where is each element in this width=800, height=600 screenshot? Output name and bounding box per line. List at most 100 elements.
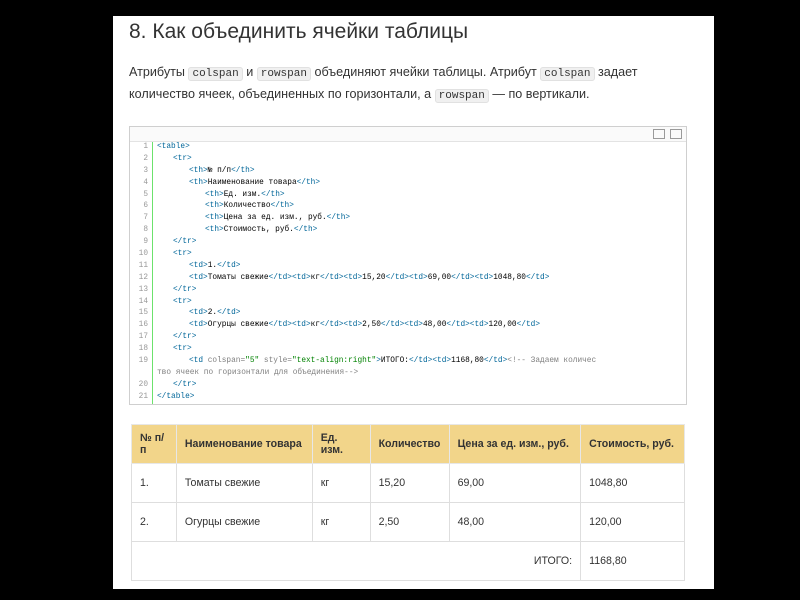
code-token: <td [189, 357, 208, 366]
code-token: </table> [157, 392, 195, 401]
code-token: <th> [189, 166, 208, 175]
header-cell: Наименование товара [175, 424, 313, 464]
table-cell: 48,00 [448, 502, 582, 542]
table-row: 1. Томаты свежие кг 15,20 69,00 1048,80 [131, 463, 685, 503]
line-number: 17 [130, 332, 153, 345]
line-number: 20 [130, 379, 153, 392]
line-number: 16 [130, 320, 153, 333]
code-token: </td><td> [451, 273, 494, 282]
section-heading: 8. Как объединить ячейки таблицы [129, 20, 469, 43]
code-token: </th> [293, 226, 318, 235]
code-token: </th> [296, 178, 321, 187]
header-cell: № п/п [131, 424, 177, 464]
code-token: <td> [189, 273, 208, 282]
line-number: 19 [130, 356, 153, 368]
line-number: 6 [130, 201, 153, 214]
table-header-row: № п/п Наименование товара Ед. изм. Колич… [131, 424, 685, 464]
code-token: Количество [223, 202, 271, 211]
code-content: <td>Огурцы свежие</td><td>кг</td><td>2,5… [153, 320, 540, 332]
code-line: 13 </tr> [130, 284, 686, 297]
code-content: <table> [153, 142, 190, 154]
code-line: 19 <td colspan="5" style="text-align:righ… [130, 356, 686, 368]
code-line: 14 <tr> [130, 296, 686, 309]
line-number [130, 367, 153, 380]
expand-icon[interactable] [670, 129, 682, 139]
code-token: </td> [217, 261, 241, 270]
code-line: 5 <th>Ед. изм.</th> [130, 189, 686, 202]
line-number: 9 [130, 237, 153, 250]
code-token: Стоимость, руб. [223, 226, 294, 235]
code-toolbar [130, 127, 686, 142]
code-token: 2,50 [362, 321, 381, 330]
line-number: 10 [130, 249, 153, 261]
line-number: 5 [130, 189, 153, 202]
code-line: 3 <th>№ п/п</th> [130, 165, 686, 178]
code-token: </td><td> [320, 321, 363, 330]
code-content: <tr> [153, 249, 192, 261]
line-number: 11 [130, 260, 153, 273]
code-token: <tr> [173, 297, 192, 306]
table-cell: 2. [131, 502, 177, 542]
total-value: 1168,80 [580, 541, 685, 581]
code-token: <th> [205, 202, 224, 211]
table-cell: 1. [131, 463, 177, 503]
code-content: <th>Ед. изм.</th> [153, 190, 285, 202]
line-number: 14 [130, 296, 153, 309]
code-token: </td><td> [446, 321, 489, 330]
total-label: ИТОГО: [130, 541, 582, 581]
code-line: 8 <th>Стоимость, руб.</th> [130, 225, 686, 238]
code-content: <td>1.</td> [153, 261, 240, 273]
code-line: 11 <td>1.</td> [130, 260, 686, 273]
code-token: style= [263, 357, 292, 366]
code-content: </tr> [153, 237, 196, 249]
code-token: </th> [231, 166, 255, 175]
intro-text: объединяют ячейки таблицы. Атрибут [310, 65, 541, 79]
line-number: 8 [130, 225, 153, 238]
line-number: 12 [130, 272, 153, 285]
code-token: </th> [326, 214, 351, 223]
code-token: 1048,80 [493, 273, 526, 282]
code-content: <td>Томаты свежие</td><td>кг</td><td>15,… [153, 273, 549, 285]
code-token: кг [310, 321, 321, 330]
code-token: </td><td> [268, 273, 311, 282]
table-cell: Томаты свежие [175, 463, 313, 503]
inline-code-colspan: colspan [188, 67, 243, 81]
code-token: 69,00 [427, 273, 452, 282]
code-line: 7 <th>Цена за ед. изм., руб.</th> [130, 213, 686, 226]
code-content: <th>Стоимость, руб.</th> [153, 225, 317, 237]
inline-code-colspan: colspan [540, 67, 595, 81]
code-token: <th> [205, 190, 224, 199]
code-token: Ед. изм. [223, 190, 262, 199]
intro-paragraph: Атрибуты colspan и rowspan объединяют яч… [129, 62, 695, 106]
code-token: </th> [270, 202, 294, 211]
line-number: 18 [130, 344, 153, 357]
table-cell: кг [311, 463, 371, 503]
line-number: 13 [130, 284, 153, 297]
code-token: 1168,80 [451, 357, 484, 366]
code-token: 2. [207, 309, 218, 318]
code-token: <th> [205, 226, 224, 235]
code-content: <th>Наименование товара</th> [153, 178, 320, 190]
copy-icon[interactable] [653, 129, 665, 139]
code-line: 4 <th>Наименование товара</th> [130, 177, 686, 190]
line-number: 3 [130, 165, 153, 178]
code-content: <td colspan="5" style="text-align:right"… [153, 356, 596, 368]
code-token: <th> [189, 178, 208, 187]
line-number: 7 [130, 213, 153, 226]
code-token: 15,20 [362, 273, 386, 282]
code-token: тво ячеек по горизонтали для объединения… [157, 368, 359, 377]
code-token: <tr> [173, 345, 192, 354]
code-token: <tr> [173, 250, 192, 259]
code-token: <!-- Задаем количес [507, 357, 597, 366]
code-content: <th>№ п/п</th> [153, 166, 255, 178]
code-content: <th>Количество</th> [153, 201, 294, 213]
code-line: 17 </tr> [130, 332, 686, 345]
code-token: Цена за ед. изм., руб. [223, 214, 327, 223]
code-line: 9 </tr> [130, 237, 686, 250]
example-table: № п/п Наименование товара Ед. изм. Колич… [130, 424, 685, 581]
code-token: colspan= [207, 357, 246, 366]
code-content: </tr> [153, 332, 196, 344]
intro-text: и [242, 65, 257, 79]
table-cell: 120,00 [580, 502, 685, 542]
code-content: <th>Цена за ед. изм., руб.</th> [153, 213, 350, 225]
